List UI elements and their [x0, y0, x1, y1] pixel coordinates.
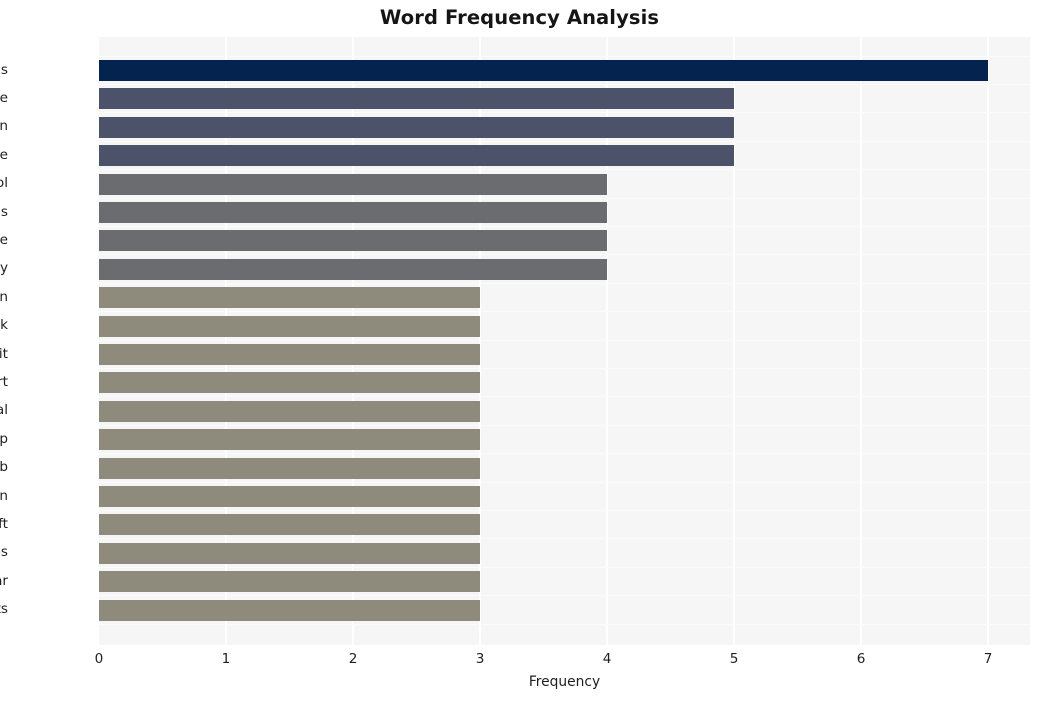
bar — [99, 457, 481, 479]
plot-area — [99, 37, 1030, 645]
gridline-horizontal — [99, 424, 1030, 426]
bar — [99, 145, 735, 167]
gridline-vertical — [987, 37, 989, 645]
gridline-horizontal — [99, 509, 1030, 512]
bar — [99, 400, 481, 422]
y-axis-tick-label: wire — [0, 146, 8, 163]
gridline-horizontal — [99, 55, 1030, 57]
bar — [99, 202, 608, 223]
y-axis-tick-label: participants — [0, 601, 8, 618]
x-axis-tick-label: 7 — [983, 651, 993, 667]
y-axis-tick-label: political — [0, 402, 8, 419]
chart-figure: Word Frequency Analysis caigns like train w… — [0, 0, 1039, 701]
y-axis-tick-label: train — [0, 118, 8, 135]
bar — [99, 514, 481, 536]
gridline-horizontal — [99, 112, 1030, 114]
bar — [99, 230, 608, 252]
x-axis-tick-label: 6 — [856, 651, 866, 667]
y-axis-tick-label: google — [0, 231, 8, 248]
x-axis-tick-label: 4 — [602, 651, 612, 667]
x-axis-tick-label: 2 — [348, 651, 358, 667]
bar — [99, 599, 481, 621]
bar — [99, 344, 481, 365]
gridline-horizontal — [99, 396, 1030, 398]
x-axis-tick-label: 3 — [475, 651, 485, 667]
x-axis-tick-label: 5 — [729, 651, 739, 667]
gridline-horizontal — [99, 339, 1030, 341]
bar — [99, 116, 735, 138]
y-axis-tick-label: like — [0, 89, 8, 106]
gridline-horizontal — [99, 595, 1030, 597]
y-axis-tick-label: company — [0, 260, 8, 277]
gridline-horizontal — [99, 197, 1030, 199]
gridline-horizontal — [99, 367, 1030, 370]
y-axis-tick-label: week — [0, 317, 8, 334]
bar — [99, 60, 989, 81]
gridline-horizontal — [99, 83, 1030, 86]
x-axis-tick-label: 0 — [94, 651, 104, 667]
bar — [99, 287, 481, 309]
gridline-horizontal — [99, 282, 1030, 284]
chart-title: Word Frequency Analysis — [379, 6, 660, 29]
y-axis-tick-label: edit — [0, 345, 8, 362]
y-axis-tick-label: lab — [0, 459, 8, 476]
bar — [99, 429, 481, 451]
y-axis-tick-label: year — [0, 572, 8, 589]
gridline-horizontal — [99, 566, 1030, 568]
y-axis-tick-label: tool — [0, 175, 8, 192]
gridline-horizontal — [99, 538, 1030, 540]
bar — [99, 88, 735, 110]
bar — [99, 372, 481, 394]
bar — [99, 571, 481, 593]
gridline-horizontal — [99, 453, 1030, 455]
gridline-horizontal — [99, 225, 1030, 228]
gridline-horizontal — [99, 254, 1030, 256]
y-axis-tick-label: microsoft — [0, 515, 8, 532]
gridline-horizontal — [99, 311, 1030, 313]
bar — [99, 542, 481, 564]
gridline-vertical — [860, 37, 862, 645]
y-axis-tick-label: politics — [0, 203, 8, 220]
y-axis-tick-label: help — [0, 430, 8, 447]
gridline-horizontal — [99, 169, 1030, 171]
gridline-horizontal — [99, 140, 1030, 142]
x-axis-tick-label: 1 — [221, 651, 231, 667]
bar — [99, 486, 481, 507]
x-axis-label: Frequency — [528, 674, 601, 690]
bar — [99, 173, 608, 195]
gridline-horizontal — [99, 623, 1030, 625]
y-axis-tick-label: workshops — [0, 544, 8, 561]
y-axis-tick-label: begin — [0, 487, 8, 504]
bar — [99, 315, 481, 337]
y-axis-tick-label: start — [0, 373, 8, 390]
gridline-horizontal — [99, 481, 1030, 483]
y-axis-tick-label: biden — [0, 288, 8, 305]
y-axis-tick-label: caigns — [0, 61, 8, 78]
bar — [99, 258, 608, 280]
